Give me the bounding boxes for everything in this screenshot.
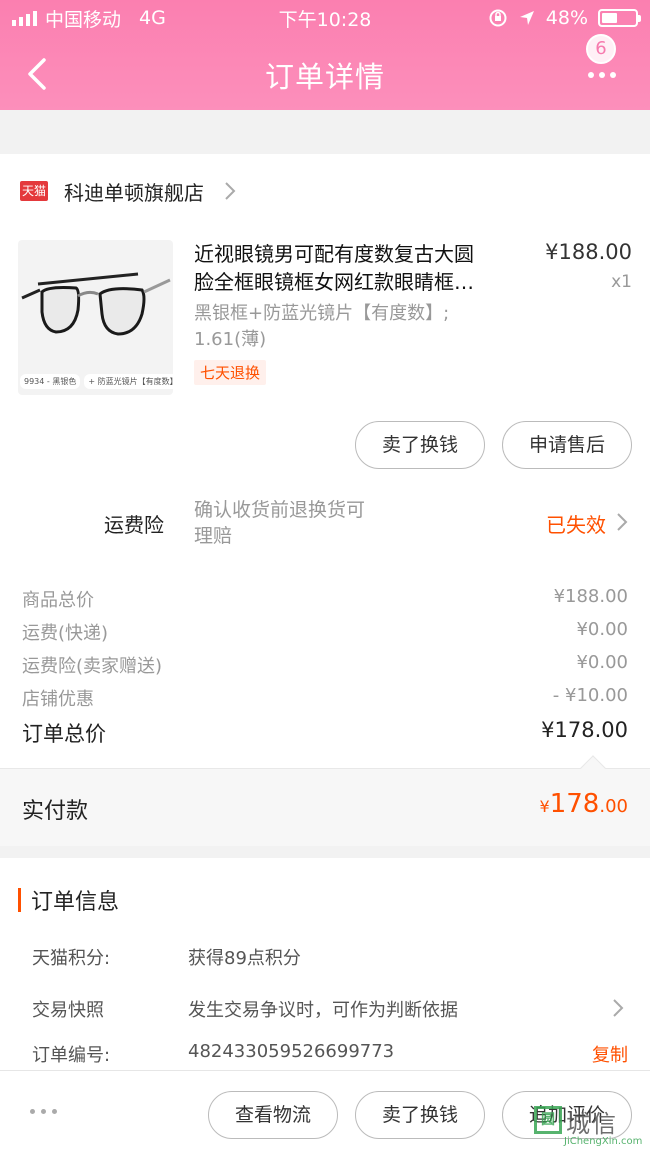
network-label: 4G [139,7,166,29]
insurance-label: 运费险 [104,513,164,537]
watermark-mark: 圆 [534,1106,562,1134]
chevron-right-icon [617,513,628,531]
clock: 下午10:28 [278,8,372,31]
summary-value: - ¥10.00 [552,685,628,706]
order-total-value: ¥178.00 [541,718,628,742]
paid-amount-box: 实付款 ¥178.00 [0,755,650,846]
rotation-lock-icon [489,9,507,27]
summary-value: ¥0.00 [576,619,628,640]
watermark-logo: 圆 城信 JiChengXin.com [534,1104,644,1148]
snapshot-value: 发生交易争议时，可作为判断依据 [188,1000,458,1021]
insurance-status[interactable]: 已失效 [546,509,606,538]
battery-icon [598,9,641,27]
order-number-value: 482433059526699773 [188,1041,395,1062]
view-logistics-button[interactable]: 查看物流 [208,1091,338,1139]
order-card: 天猫 科迪单顿旗舰店 9934 - 黑银色 + 防蓝光镜片【有度数】 近视眼镜男… [0,154,650,846]
order-info-card: 订单信息 天猫积分: 获得89点积分 交易快照 发生交易争议时，可作为判断依据 … [0,858,650,1070]
battery-percent: 48% [545,7,588,29]
product-spec-line: 1.61(薄) [194,329,267,350]
points-label: 天猫积分: [32,948,111,969]
nav-bar: 订单详情 [0,36,650,110]
location-icon [519,11,534,25]
paid-amount: ¥178.00 [540,789,628,819]
more-button[interactable] [588,58,628,92]
store-row[interactable]: 天猫 科迪单顿旗舰店 [0,170,236,212]
page-title: 订单详情 [264,60,385,94]
product-title-line: 脸全框眼镜框女网红款眼睛框… [194,270,474,294]
status-bar: 中国移动 4G 下午10:28 48% [0,0,650,36]
more-dots-icon [588,72,616,78]
signal-icon [12,10,37,26]
paid-decimal: .00 [599,796,628,817]
carrier-label: 中国移动 [45,8,122,31]
summary-label: 商品总价 [22,590,94,611]
copy-order-number-button[interactable]: 复制 [592,1041,628,1067]
product-spec-line: 黑银框+防蓝光镜片【有度数】; [194,303,450,324]
snapshot-label: 交易快照 [32,1000,104,1021]
return-policy-tag: 七天退换 [194,360,267,385]
summary-value: ¥0.00 [576,652,628,673]
points-value: 获得89点积分 [188,948,301,969]
summary-row: 商品总价 ¥188.00 [22,586,628,612]
order-info-heading: 订单信息 [18,884,119,916]
summary-row: 运费(快递) ¥0.00 [22,619,628,645]
product-spec: 黑银框+防蓝光镜片【有度数】; 1.61(薄) [194,301,514,353]
product-title[interactable]: 近视眼镜男可配有度数复古大圆 脸全框眼镜框女网红款眼睛框… [194,240,524,296]
order-number-label: 订单编号: [32,1045,111,1066]
insurance-description: 确认收货前退换货可 理赔 [194,497,414,549]
sell-exchange-button[interactable]: 卖了换钱 [355,421,485,469]
glasses-icon [21,272,171,336]
summary-label: 运费(快递) [22,623,109,644]
message-count-badge: 6 [586,34,616,64]
tmall-logo: 天猫 [20,181,48,201]
summary-label: 店铺优惠 [22,689,94,710]
product-title-line: 近视眼镜男可配有度数复古大圆 [194,242,474,266]
store-name: 科迪单顿旗舰店 [64,180,204,205]
paid-currency: ¥ [539,797,550,816]
product-quantity: x1 [611,272,632,292]
chevron-right-icon [613,999,624,1017]
thumbnail-caption: 9934 - 黑银色 + 防蓝光镜片【有度数】 [18,374,173,389]
order-info-title: 订单信息 [31,890,120,915]
summary-value: ¥188.00 [553,586,628,607]
summary-row: 运费险(卖家赠送) ¥0.00 [22,652,628,678]
order-total-row: 订单总价 ¥178.00 [22,718,628,748]
insurance-description-line: 确认收货前退换货可 [194,499,366,521]
sell-exchange-button[interactable]: 卖了换钱 [355,1091,485,1139]
summary-label: 运费险(卖家赠送) [22,656,163,677]
summary-row: 店铺优惠 - ¥10.00 [22,685,628,711]
more-actions-icon[interactable] [30,1109,57,1114]
after-sale-button[interactable]: 申请售后 [502,421,632,469]
insurance-description-line: 理赔 [194,525,233,547]
thumbnail-caption-lens: + 防蓝光镜片【有度数】 [84,374,173,389]
app-header: 中国移动 4G 下午10:28 48% 订单详情 6 [0,0,650,110]
product-thumbnail[interactable]: 9934 - 黑银色 + 防蓝光镜片【有度数】 [18,240,173,395]
chevron-right-icon [225,182,236,200]
watermark-url: JiChengXin.com [564,1136,643,1147]
thumbnail-caption-color: 9934 - 黑银色 [20,374,81,389]
paid-label: 实付款 [22,799,89,824]
watermark-text: 城信 [566,1110,618,1138]
order-total-label: 订单总价 [22,722,106,746]
product-price: ¥188.00 [545,240,632,264]
paid-integer: 178 [549,789,600,819]
